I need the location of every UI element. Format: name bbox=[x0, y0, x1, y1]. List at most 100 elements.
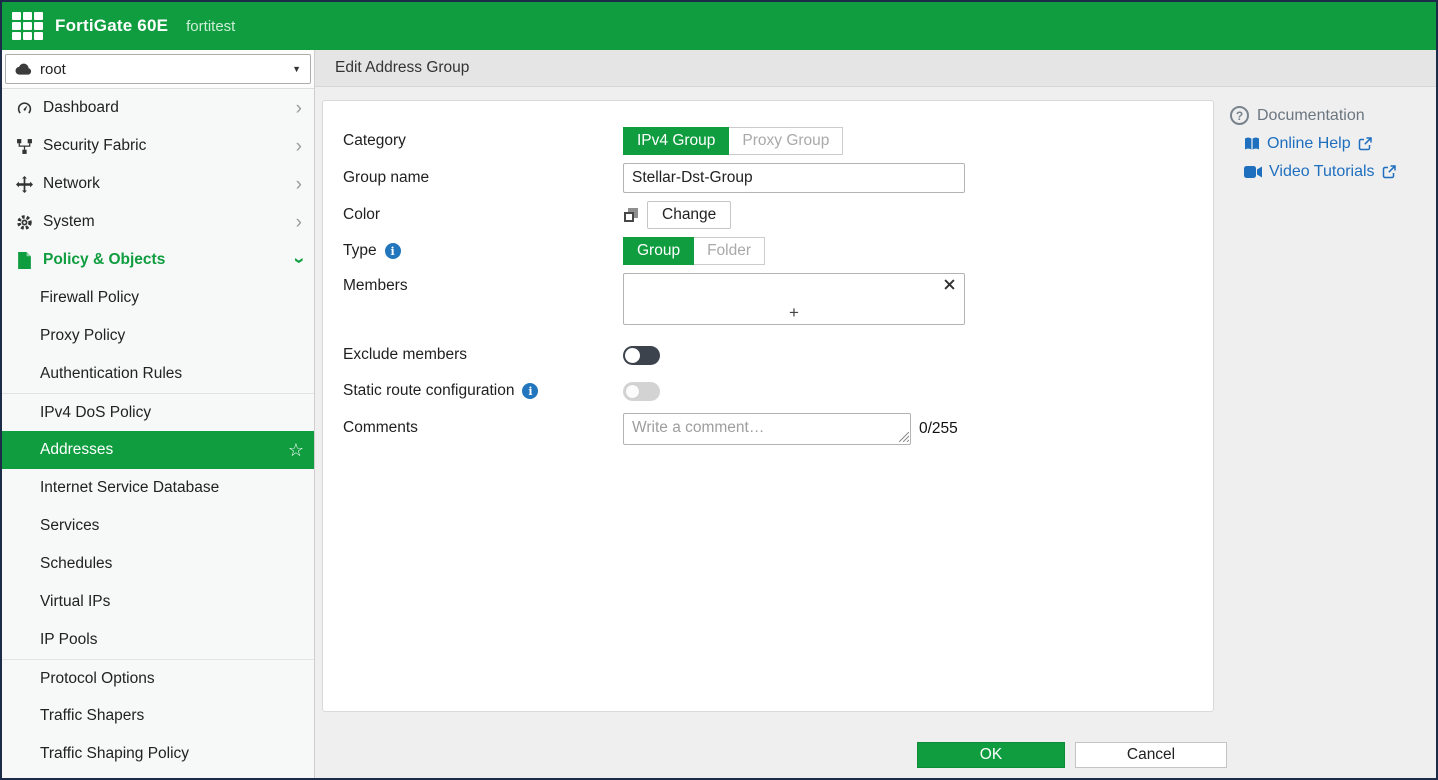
sidebar-item-label: Network bbox=[43, 175, 100, 193]
static-route-label: Static route configuration bbox=[343, 382, 514, 400]
sidebar-item-label: Addresses bbox=[40, 441, 113, 459]
color-label: Color bbox=[343, 206, 380, 224]
documentation-panel: ? Documentation Online Help bbox=[1230, 100, 1396, 778]
sidebar-item-label: Internet Service Database bbox=[40, 479, 219, 497]
sidebar-item-label: Firewall Policy bbox=[40, 289, 139, 307]
sidebar-item-network[interactable]: Network › bbox=[2, 165, 314, 203]
sidebar-item-security-fabric[interactable]: Security Fabric › bbox=[2, 127, 314, 165]
type-folder-button[interactable]: Folder bbox=[694, 237, 765, 265]
page-title: Edit Address Group bbox=[315, 50, 1436, 87]
comments-char-counter: 0/255 bbox=[919, 420, 958, 438]
chevron-right-icon: › bbox=[296, 213, 302, 232]
info-icon: i bbox=[522, 383, 538, 399]
sidebar-item-authentication-rules[interactable]: Authentication Rules bbox=[2, 355, 314, 393]
help-circle-icon: ? bbox=[1230, 106, 1249, 125]
type-label: Type bbox=[343, 242, 377, 260]
sidebar-item-label: Protocol Options bbox=[40, 670, 155, 688]
comments-label: Comments bbox=[343, 419, 418, 437]
cancel-button[interactable]: Cancel bbox=[1075, 742, 1227, 768]
sidebar-item-label: IP Pools bbox=[40, 631, 97, 649]
sidebar-item-label: Services bbox=[40, 517, 99, 535]
sidebar-item-system[interactable]: System › bbox=[2, 203, 314, 241]
network-icon bbox=[15, 176, 33, 193]
color-swatch-icon bbox=[623, 207, 639, 223]
form-actions: OK Cancel bbox=[917, 742, 1227, 768]
sidebar-item-ipv4-dos-policy[interactable]: IPv4 DoS Policy bbox=[2, 393, 314, 431]
category-proxy-group-button[interactable]: Proxy Group bbox=[729, 127, 843, 155]
sidebar-item-label: Security Fabric bbox=[43, 137, 146, 155]
sidebar-item-addresses[interactable]: Addresses ☆ bbox=[2, 431, 314, 469]
vdom-selector-wrap: root ▼ bbox=[2, 50, 314, 89]
sidebar-item-label: Virtual IPs bbox=[40, 593, 110, 611]
dashboard-icon bbox=[15, 100, 33, 117]
edit-address-group-form: Category IPv4 Group Proxy Group Group na… bbox=[322, 100, 1214, 712]
ok-button[interactable]: OK bbox=[917, 742, 1065, 768]
sidebar-item-label: Proxy Policy bbox=[40, 327, 125, 345]
group-name-input[interactable] bbox=[623, 163, 965, 193]
fortinet-logo-icon bbox=[12, 12, 43, 40]
members-label: Members bbox=[343, 277, 408, 295]
sidebar-item-label: Policy & Objects bbox=[43, 251, 165, 269]
documentation-title: Documentation bbox=[1257, 107, 1365, 125]
chevron-down-icon: › bbox=[289, 257, 308, 263]
external-link-icon bbox=[1382, 165, 1396, 179]
sidebar-item-services[interactable]: Services bbox=[2, 507, 314, 545]
sidebar: root ▼ Dashboard › Security Fabric › bbox=[2, 50, 315, 778]
vdom-value: root bbox=[40, 61, 66, 78]
sidebar-item-dashboard[interactable]: Dashboard › bbox=[2, 89, 314, 127]
type-group-button[interactable]: Group bbox=[623, 237, 694, 265]
group-name-label: Group name bbox=[343, 169, 429, 187]
type-segmented-control: Group Folder bbox=[623, 237, 765, 265]
add-member-button[interactable]: + bbox=[789, 303, 799, 323]
chevron-right-icon: › bbox=[296, 137, 302, 156]
sidebar-item-protocol-options[interactable]: Protocol Options bbox=[2, 659, 314, 697]
external-link-icon bbox=[1358, 137, 1372, 151]
sidebar-item-schedules[interactable]: Schedules bbox=[2, 545, 314, 583]
book-icon bbox=[1244, 137, 1260, 151]
favorite-star-icon[interactable]: ☆ bbox=[288, 440, 304, 461]
sidebar-item-policy-objects[interactable]: Policy & Objects › bbox=[2, 241, 314, 279]
sidebar-item-label: Traffic Shapers bbox=[40, 707, 144, 725]
content-area: Edit Address Group Category IPv4 Group P… bbox=[315, 50, 1436, 778]
vdom-selector[interactable]: root ▼ bbox=[5, 54, 311, 84]
hostname: fortitest bbox=[186, 18, 235, 35]
chevron-down-icon: ▼ bbox=[292, 64, 301, 74]
policy-objects-icon bbox=[15, 252, 33, 269]
sidebar-item-firewall-policy[interactable]: Firewall Policy bbox=[2, 279, 314, 317]
exclude-members-toggle[interactable] bbox=[623, 346, 660, 365]
sidebar-item-virtual-ips[interactable]: Virtual IPs bbox=[2, 583, 314, 621]
online-help-link[interactable]: Online Help bbox=[1244, 135, 1396, 153]
app-title: FortiGate 60E bbox=[55, 16, 168, 36]
sidebar-item-label: Traffic Shaping Policy bbox=[40, 745, 189, 763]
sidebar-item-label: System bbox=[43, 213, 95, 231]
cloud-icon bbox=[15, 63, 32, 75]
chevron-right-icon: › bbox=[296, 175, 302, 194]
sidebar-item-proxy-policy[interactable]: Proxy Policy bbox=[2, 317, 314, 355]
category-label: Category bbox=[343, 132, 406, 150]
clear-members-icon[interactable] bbox=[944, 279, 955, 290]
sidebar-item-label: Schedules bbox=[40, 555, 112, 573]
sidebar-item-internet-service-database[interactable]: Internet Service Database bbox=[2, 469, 314, 507]
video-tutorials-label: Video Tutorials bbox=[1269, 163, 1375, 181]
sidebar-item-ip-pools[interactable]: IP Pools bbox=[2, 621, 314, 659]
category-segmented-control: IPv4 Group Proxy Group bbox=[623, 127, 843, 155]
video-camera-icon bbox=[1244, 166, 1262, 178]
fortigate-app: FortiGate 60E fortitest root ▼ Dashboard bbox=[0, 0, 1438, 780]
topbar: FortiGate 60E fortitest bbox=[2, 2, 1436, 50]
exclude-members-label: Exclude members bbox=[343, 346, 467, 364]
category-ipv4-group-button[interactable]: IPv4 Group bbox=[623, 127, 729, 155]
sidebar-item-label: IPv4 DoS Policy bbox=[40, 404, 151, 422]
static-route-toggle[interactable] bbox=[623, 382, 660, 401]
comments-input[interactable] bbox=[623, 413, 911, 445]
sidebar-item-label: Authentication Rules bbox=[40, 365, 182, 383]
gear-icon bbox=[15, 214, 33, 231]
video-tutorials-link[interactable]: Video Tutorials bbox=[1244, 163, 1396, 181]
color-change-button[interactable]: Change bbox=[647, 201, 731, 229]
sidebar-item-label: Dashboard bbox=[43, 99, 119, 117]
chevron-right-icon: › bbox=[296, 99, 302, 118]
sidebar-item-traffic-shapers[interactable]: Traffic Shapers bbox=[2, 697, 314, 735]
info-icon: i bbox=[385, 243, 401, 259]
online-help-label: Online Help bbox=[1267, 135, 1351, 153]
members-field[interactable]: + bbox=[623, 273, 965, 325]
sidebar-item-traffic-shaping-policy[interactable]: Traffic Shaping Policy bbox=[2, 735, 314, 773]
